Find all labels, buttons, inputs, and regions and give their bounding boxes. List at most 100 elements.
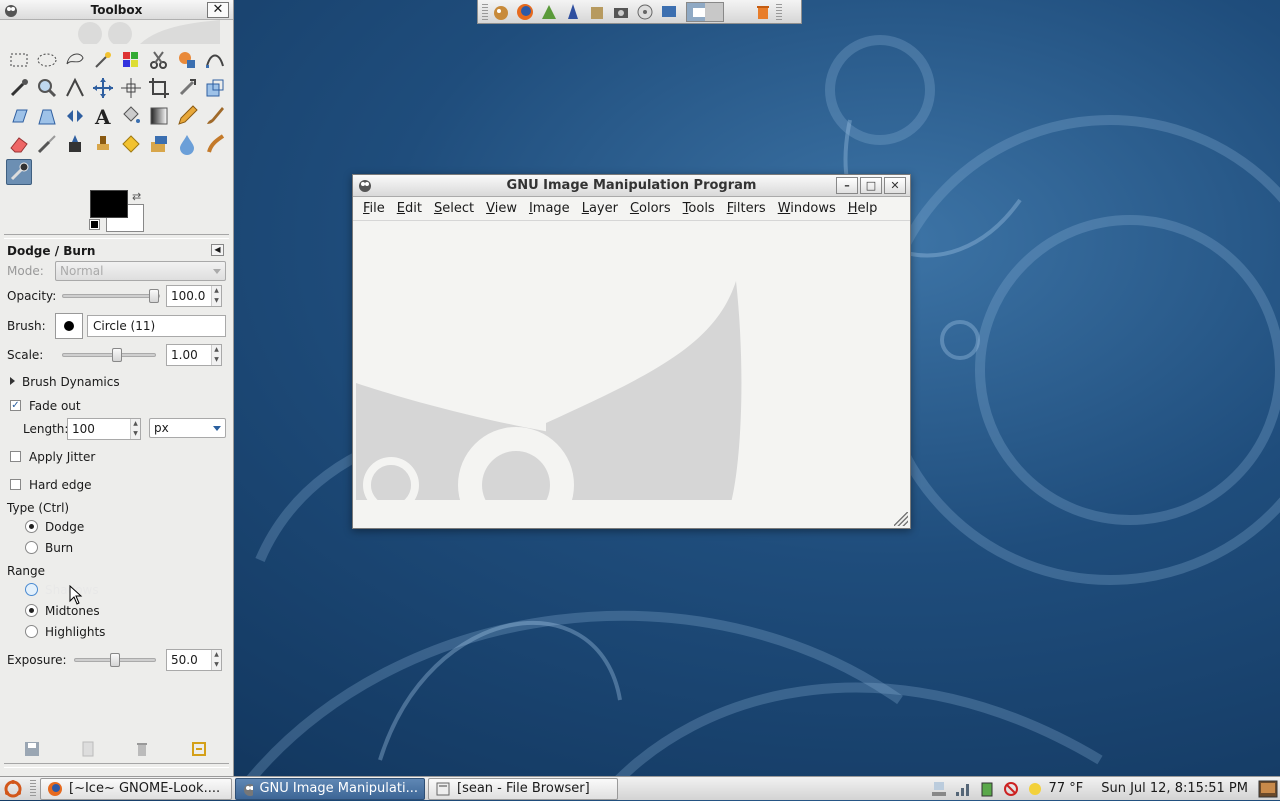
shear-tool-button[interactable] xyxy=(6,103,32,129)
firefox-launcher-icon[interactable] xyxy=(514,2,536,22)
perspective-tool-button[interactable] xyxy=(34,103,60,129)
save-options-icon[interactable] xyxy=(23,740,41,758)
brush-name-field[interactable]: Circle (11) xyxy=(87,315,226,337)
paintbrush-tool-button[interactable] xyxy=(202,103,228,129)
length-spinbutton[interactable]: 100 ▲ ▼ xyxy=(67,418,141,440)
ellipse-select-tool-button[interactable] xyxy=(34,47,60,73)
scale-spin-arrows[interactable]: ▲ ▼ xyxy=(211,345,221,365)
range-shadows-radio[interactable] xyxy=(25,583,38,596)
scale-slider-thumb[interactable] xyxy=(112,348,123,362)
smudge-tool-button[interactable] xyxy=(202,131,228,157)
range-midtones-radio[interactable] xyxy=(25,604,38,617)
exposure-spin-arrows[interactable]: ▲ ▼ xyxy=(211,650,221,670)
menu-view[interactable]: View xyxy=(480,199,523,218)
display-launcher-icon[interactable] xyxy=(658,2,680,22)
rotate-tool-button[interactable] xyxy=(174,75,200,101)
clock[interactable]: Sun Jul 12, 8:15:51 PM xyxy=(1101,781,1248,796)
menu-filters[interactable]: Filters xyxy=(721,199,772,218)
dodge-burn-tool-button[interactable] xyxy=(6,159,32,185)
opacity-slider-thumb[interactable] xyxy=(149,289,159,303)
brush-preview-button[interactable] xyxy=(55,313,83,339)
foreground-color-swatch[interactable] xyxy=(90,190,128,218)
align-tool-button[interactable] xyxy=(118,75,144,101)
clone-tool-button[interactable] xyxy=(90,131,116,157)
battery-icon[interactable] xyxy=(977,779,997,799)
restore-options-icon[interactable] xyxy=(79,740,97,758)
scale-tool-button[interactable] xyxy=(202,75,228,101)
mode-select[interactable]: Normal xyxy=(55,261,226,281)
flip-tool-button[interactable] xyxy=(62,103,88,129)
zoom-tool-button[interactable] xyxy=(34,75,60,101)
exposure-slider[interactable] xyxy=(74,653,156,667)
taskbar-item[interactable]: GNU Image Manipulati... xyxy=(235,777,425,800)
trash-icon[interactable] xyxy=(752,2,774,22)
screenshot-launcher-icon[interactable] xyxy=(610,2,632,22)
wizard-launcher-icon[interactable] xyxy=(562,2,584,22)
tool-options-menu-button[interactable]: ◀ xyxy=(211,244,224,256)
menu-help[interactable]: Help xyxy=(842,199,884,218)
blur-tool-button[interactable] xyxy=(174,131,200,157)
brush-dynamics-expander[interactable]: Brush Dynamics xyxy=(22,375,120,389)
range-highlights-radio[interactable] xyxy=(25,625,38,638)
foreground-select-tool-button[interactable] xyxy=(174,47,200,73)
crop-tool-button[interactable] xyxy=(146,75,172,101)
length-spin-arrows[interactable]: ▲ ▼ xyxy=(130,419,140,439)
apply-jitter-checkbox[interactable] xyxy=(10,451,21,462)
scale-spinbutton[interactable]: 1.00 ▲ ▼ xyxy=(166,344,222,366)
measure-tool-button[interactable] xyxy=(62,75,88,101)
gimp-launcher-icon[interactable] xyxy=(490,2,512,22)
menu-windows[interactable]: Windows xyxy=(772,199,842,218)
workspace-2[interactable] xyxy=(705,2,723,21)
airbrush-tool-button[interactable] xyxy=(34,131,60,157)
eraser-tool-button[interactable] xyxy=(6,131,32,157)
default-colors-icon[interactable] xyxy=(89,219,100,230)
fade-out-checkbox[interactable]: ✓ xyxy=(10,400,21,411)
window-menu-icon[interactable] xyxy=(4,3,18,20)
color-select-tool-button[interactable] xyxy=(118,47,144,73)
heal-tool-button[interactable] xyxy=(118,131,144,157)
minimize-button[interactable]: – xyxy=(836,177,858,194)
type-burn-radio[interactable] xyxy=(25,541,38,554)
menu-file[interactable]: File xyxy=(357,199,391,218)
taskbar-item[interactable]: [sean - File Browser] xyxy=(428,777,618,800)
delete-options-icon[interactable] xyxy=(133,740,151,758)
exposure-spinbutton[interactable]: 50.0 ▲ ▼ xyxy=(166,649,222,671)
menu-edit[interactable]: Edit xyxy=(391,199,428,218)
swap-colors-icon[interactable]: ⇄ xyxy=(132,190,141,203)
pencil-tool-button[interactable] xyxy=(174,103,200,129)
scissors-select-tool-button[interactable] xyxy=(146,47,172,73)
menu-image[interactable]: Image xyxy=(523,199,576,218)
panel-grip[interactable] xyxy=(482,3,488,20)
perspective-clone-tool-button[interactable] xyxy=(146,131,172,157)
signal-strength-icon[interactable] xyxy=(953,779,973,799)
taskbar-grip[interactable] xyxy=(30,779,36,798)
network-icon[interactable] xyxy=(929,779,949,799)
gimp-window-titlebar[interactable]: GNU Image Manipulation Program – □ ✕ xyxy=(353,175,910,197)
package-launcher-icon[interactable] xyxy=(586,2,608,22)
opacity-spinbutton[interactable]: 100.0 ▲ ▼ xyxy=(166,285,222,307)
close-button[interactable]: ✕ xyxy=(884,177,906,194)
opacity-spin-arrows[interactable]: ▲ ▼ xyxy=(211,286,221,306)
weather-sun-icon[interactable] xyxy=(1025,779,1045,799)
exposure-slider-thumb[interactable] xyxy=(110,653,120,667)
inkscape-launcher-icon[interactable] xyxy=(538,2,560,22)
menu-tools[interactable]: Tools xyxy=(677,199,721,218)
length-unit-select[interactable]: px xyxy=(149,418,226,438)
hard-edge-checkbox[interactable] xyxy=(10,479,21,490)
move-tool-button[interactable] xyxy=(90,75,116,101)
menu-colors[interactable]: Colors xyxy=(624,199,677,218)
blend-tool-button[interactable] xyxy=(146,103,172,129)
disk-launcher-icon[interactable] xyxy=(634,2,656,22)
panel-grip-right[interactable] xyxy=(776,3,782,20)
bucket-fill-tool-button[interactable] xyxy=(118,103,144,129)
type-dodge-radio[interactable] xyxy=(25,520,38,533)
taskbar-item[interactable]: [~Ice~ GNOME-Look.... xyxy=(40,777,232,800)
reset-options-icon[interactable] xyxy=(190,740,208,758)
menu-select[interactable]: Select xyxy=(428,199,480,218)
expander-arrow-icon[interactable] xyxy=(10,377,15,385)
window-menu-icon[interactable] xyxy=(358,178,372,196)
ink-tool-button[interactable] xyxy=(62,131,88,157)
resize-grip[interactable] xyxy=(894,512,908,526)
workspace-pager[interactable] xyxy=(686,1,724,22)
show-desktop-icon[interactable] xyxy=(1258,779,1278,799)
